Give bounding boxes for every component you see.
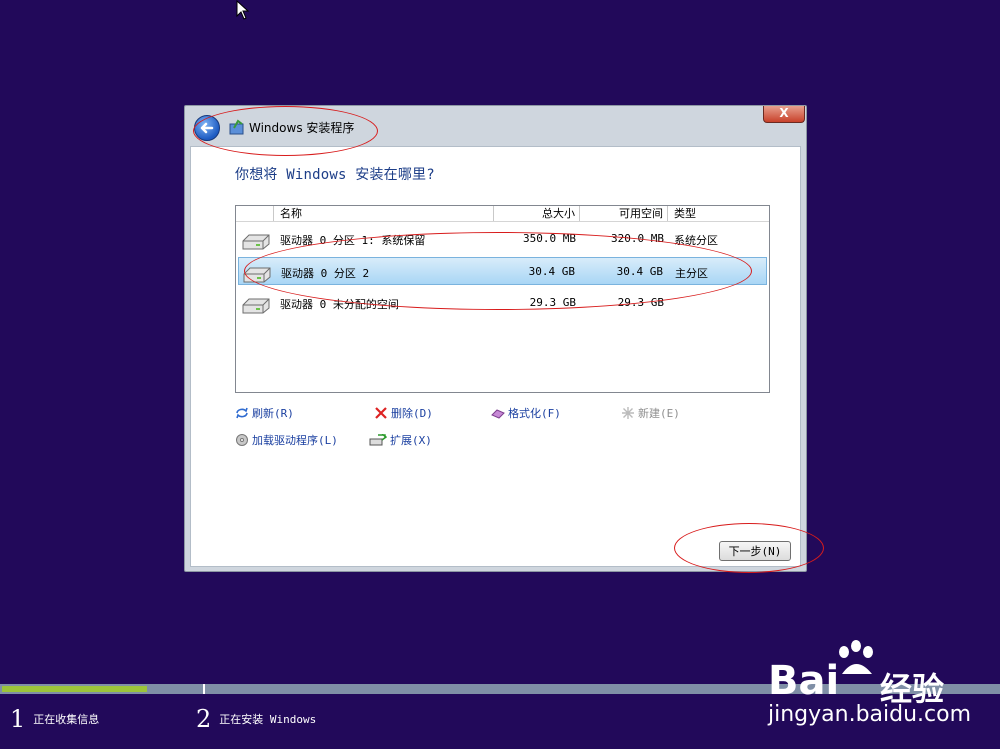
delete-x-icon — [375, 407, 387, 419]
extend-link[interactable]: 扩展(X) — [369, 432, 432, 448]
header-free-space[interactable]: 可用空间 — [580, 206, 668, 221]
refresh-icon — [236, 407, 248, 419]
drive-icon — [242, 298, 270, 314]
close-button[interactable]: X — [763, 106, 805, 123]
dialog-title: Windows 安装程序 — [249, 121, 355, 135]
step-collecting-info: 1 正在收集信息 — [10, 705, 99, 733]
partition-name: 驱动器 0 分区 2 — [281, 267, 370, 280]
partition-free: 29.3 GB — [617, 296, 664, 309]
setup-dialog: X Windows 安装程序 你想将 Windows 安装在哪里? 名称 总大小… — [184, 105, 807, 572]
new-link[interactable]: 新建(E) — [621, 405, 680, 421]
step-label: 正在收集信息 — [33, 713, 100, 726]
partition-type: 主分区 — [675, 267, 708, 280]
progress-separator — [203, 684, 205, 694]
format-link[interactable]: 格式化(F) — [491, 405, 561, 421]
refresh-label: 刷新(R) — [252, 407, 294, 420]
partition-type: 系统分区 — [674, 234, 718, 247]
extend-label: 扩展(X) — [390, 434, 432, 447]
table-row[interactable]: 驱动器 0 未分配的空间 29.3 GB 29.3 GB — [238, 289, 767, 317]
partition-free: 320.0 MB — [611, 232, 664, 245]
drive-icon — [242, 234, 270, 250]
delete-label: 删除(D) — [391, 407, 433, 420]
step-number: 2 — [196, 705, 212, 733]
disc-icon — [236, 434, 248, 446]
load-driver-link[interactable]: 加载驱动程序(L) — [235, 432, 338, 448]
partition-total: 29.3 GB — [529, 296, 576, 309]
partition-name: 驱动器 0 分区 1: 系统保留 — [280, 234, 426, 247]
partition-name: 驱动器 0 未分配的空间 — [280, 298, 399, 311]
extend-drive-icon — [369, 434, 387, 446]
delete-link[interactable]: 删除(D) — [374, 405, 433, 421]
load-driver-label: 加载驱动程序(L) — [252, 434, 338, 447]
partition-total: 350.0 MB — [523, 232, 576, 245]
partition-table: 名称 总大小 可用空间 类型 驱动器 0 分区 1: 系统保留 350.0 MB… — [235, 205, 770, 393]
step-number: 1 — [10, 705, 26, 733]
header-type[interactable]: 类型 — [668, 206, 769, 221]
new-sparkle-icon — [622, 407, 634, 419]
table-row-selected[interactable]: 驱动器 0 分区 2 30.4 GB 30.4 GB 主分区 — [238, 257, 767, 285]
table-row[interactable]: 驱动器 0 分区 1: 系统保留 350.0 MB 320.0 MB 系统分区 — [238, 225, 767, 253]
step-installing: 2 正在安装 Windows — [196, 705, 316, 733]
header-total-size[interactable]: 总大小 — [494, 206, 580, 221]
partition-total: 30.4 GB — [528, 265, 575, 278]
table-header: 名称 总大小 可用空间 类型 — [236, 206, 769, 222]
refresh-link[interactable]: 刷新(R) — [235, 405, 294, 421]
progress-fill — [2, 686, 147, 692]
content-panel: 你想将 Windows 安装在哪里? 名称 总大小 可用空间 类型 驱动器 0 … — [190, 146, 801, 567]
header-icon-column — [236, 206, 274, 221]
partition-free: 30.4 GB — [616, 265, 663, 278]
eraser-icon — [491, 409, 505, 419]
header-name[interactable]: 名称 — [274, 206, 494, 221]
back-button[interactable] — [194, 115, 220, 141]
baidu-watermark: Bai 经验 jingyan.baidu.com — [768, 640, 996, 730]
format-label: 格式化(F) — [508, 407, 561, 420]
watermark-brand: Bai — [768, 658, 840, 704]
next-button[interactable]: 下一步(N) — [719, 541, 791, 561]
drive-icon — [243, 267, 271, 283]
mouse-cursor-icon — [236, 0, 250, 20]
new-label: 新建(E) — [638, 407, 680, 420]
back-arrow-icon — [200, 122, 214, 134]
setup-app-icon — [229, 119, 244, 135]
watermark-url: jingyan.baidu.com — [768, 702, 972, 727]
paw-logo-icon — [839, 640, 873, 674]
step-label: 正在安装 Windows — [219, 713, 317, 726]
page-question: 你想将 Windows 安装在哪里? — [235, 167, 435, 183]
